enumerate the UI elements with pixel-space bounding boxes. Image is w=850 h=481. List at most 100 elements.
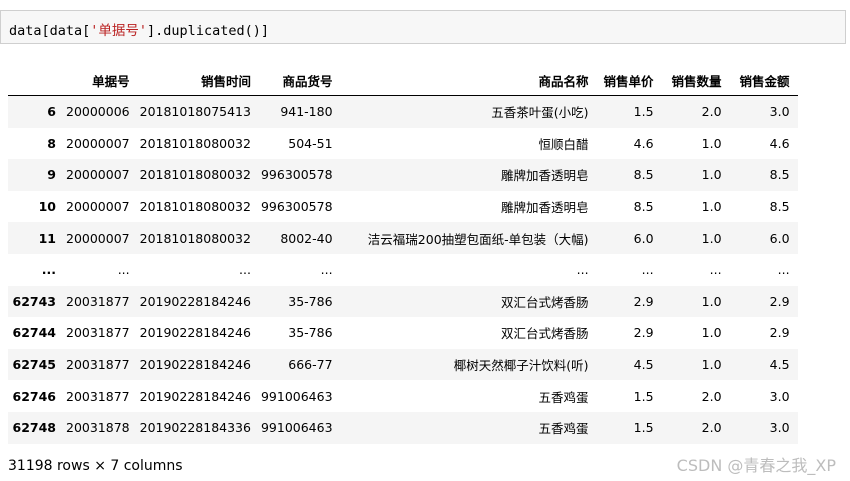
table-cell: 1.5 xyxy=(633,420,654,436)
table-cell: 941-180 xyxy=(280,104,333,120)
table-cell: 双汇台式烤香肠 xyxy=(501,326,589,342)
table-row: 11 20000007 20181018080032 8002-40 洁云福瑞2… xyxy=(8,222,798,254)
table-row: 62744 20031877 20190228184246 35-786 双汇台… xyxy=(8,317,798,349)
table-cell: 996300578 xyxy=(260,167,333,183)
table-cell: 8.5 xyxy=(633,167,654,183)
table-cell: 4.5 xyxy=(769,357,790,373)
row-index: 62748 xyxy=(12,420,57,436)
table-cell: 1.5 xyxy=(633,388,654,404)
row-index: 62745 xyxy=(12,357,57,373)
table-cell: ... xyxy=(239,262,251,278)
table-cell: 20031877 xyxy=(66,293,130,309)
code-input-cell[interactable]: data[data['单据号'].duplicated()] xyxy=(0,10,846,44)
column-header: 销售时间 xyxy=(137,66,259,96)
table-cell: 20190228184336 xyxy=(139,420,251,436)
table-cell: 20031877 xyxy=(66,325,130,341)
table-cell: 20190228184246 xyxy=(139,325,251,341)
table-cell: 1.0 xyxy=(701,230,722,246)
table-cell: ... xyxy=(576,262,589,278)
column-header: 销售金额 xyxy=(729,66,798,96)
table-cell: 20181018080032 xyxy=(139,135,251,151)
table-row: 9 20000007 20181018080032 996300578 雕牌加香… xyxy=(8,159,798,191)
code-line[interactable]: data[data['单据号'].duplicated()] xyxy=(9,19,269,39)
table-row-ellipsis: ... ... ... ... ... ... ... ... xyxy=(8,254,798,286)
table-row: 6 20000006 20181018075413 941-180 五香茶叶蛋(… xyxy=(8,95,798,128)
code-suffix: ].duplicated()] xyxy=(147,23,269,39)
table-cell: 35-786 xyxy=(288,293,333,309)
table-cell: 20190228184246 xyxy=(139,293,251,309)
table-cell: 20031877 xyxy=(66,388,130,404)
table-cell: 椰树天然椰子汁饮料(听) xyxy=(453,358,589,374)
table-cell: 双汇台式烤香肠 xyxy=(501,294,589,310)
dataframe-shape-summary: 31198 rows × 7 columns xyxy=(8,458,183,474)
table-cell: ... xyxy=(777,262,790,278)
table-cell: 666-77 xyxy=(288,357,333,373)
row-index: 11 xyxy=(38,230,56,246)
row-index: ... xyxy=(41,262,56,278)
table-cell: 2.0 xyxy=(701,388,722,404)
table-cell: 雕牌加香透明皂 xyxy=(501,200,589,216)
code-prefix: data[data[ xyxy=(9,23,91,39)
table-cell: 1.0 xyxy=(701,357,722,373)
table-cell: 4.5 xyxy=(633,357,654,373)
row-index: 62743 xyxy=(12,293,57,309)
row-index: 62744 xyxy=(12,325,57,341)
row-index: 8 xyxy=(47,135,56,151)
table-cell: 991006463 xyxy=(260,420,333,436)
table-cell: 8.5 xyxy=(633,199,654,215)
table-cell: 991006463 xyxy=(260,388,333,404)
table-cell: 20181018080032 xyxy=(139,167,251,183)
table-header-row: 单据号 销售时间 商品货号 商品名称 销售单价 销售数量 销售金额 xyxy=(8,66,798,96)
column-header: 销售数量 xyxy=(661,66,730,96)
table-cell: ... xyxy=(641,262,654,278)
table-cell: 2.9 xyxy=(633,293,654,309)
table-cell: ... xyxy=(320,262,333,278)
row-index: 9 xyxy=(47,167,56,183)
table-cell: 20000007 xyxy=(66,135,130,151)
table-cell: 2.0 xyxy=(701,104,722,120)
table-cell: 20181018080032 xyxy=(139,230,251,246)
table-cell: 1.5 xyxy=(633,104,654,120)
table-cell: 2.9 xyxy=(769,325,790,341)
column-header: 单据号 xyxy=(64,66,138,96)
dataframe-output-table: 单据号 销售时间 商品货号 商品名称 销售单价 销售数量 销售金额 6 2000… xyxy=(8,66,798,444)
table-cell: 20000007 xyxy=(66,230,130,246)
table-cell: 8.5 xyxy=(769,199,790,215)
table-cell: 1.0 xyxy=(701,167,722,183)
table-cell: 504-51 xyxy=(288,135,333,151)
row-index: 6 xyxy=(47,104,56,120)
watermark-text: CSDN @青春之我_XP xyxy=(676,456,836,475)
table-row: 62748 20031878 20190228184336 991006463 … xyxy=(8,411,798,444)
table-cell: 6.0 xyxy=(769,230,790,246)
table-cell: 4.6 xyxy=(633,135,654,151)
table-cell: 8.5 xyxy=(769,167,790,183)
table-cell: 996300578 xyxy=(260,199,333,215)
code-string-literal: '单据号' xyxy=(90,23,148,39)
table-cell: 3.0 xyxy=(769,420,790,436)
column-header: 商品货号 xyxy=(258,66,341,96)
table-cell: 洁云福瑞200抽塑包面纸-单包装（大幅) xyxy=(367,231,589,247)
table-row: 62746 20031877 20190228184246 991006463 … xyxy=(8,380,798,412)
table-cell: 3.0 xyxy=(769,104,790,120)
table-cell: 五香鸡蛋 xyxy=(538,421,589,437)
row-index: 62746 xyxy=(12,388,57,404)
table-row: 62745 20031877 20190228184246 666-77 椰树天… xyxy=(8,348,798,381)
table-cell: 3.0 xyxy=(769,388,790,404)
table-cell: 20031878 xyxy=(66,420,130,436)
column-header: 商品名称 xyxy=(340,66,597,96)
table-cell: 20181018075413 xyxy=(139,104,251,120)
table-cell: 1.0 xyxy=(701,199,722,215)
table-cell: 雕牌加香透明皂 xyxy=(501,168,589,184)
table-cell: 1.0 xyxy=(701,325,722,341)
table-cell: 五香茶叶蛋(小吃) xyxy=(491,105,589,121)
table-cell: 20000007 xyxy=(66,167,130,183)
table-cell: 2.0 xyxy=(701,420,722,436)
table-cell: 35-786 xyxy=(288,325,333,341)
table-row: 62743 20031877 20190228184246 35-786 双汇台… xyxy=(8,285,798,318)
table-cell: ... xyxy=(117,262,130,278)
row-index: 10 xyxy=(38,199,56,215)
table-cell: ... xyxy=(709,262,722,278)
table-cell: 20190228184246 xyxy=(139,357,251,373)
table-row: 8 20000007 20181018080032 504-51 恒顺白醋 4.… xyxy=(8,128,798,160)
table-cell: 20181018080032 xyxy=(139,199,251,215)
